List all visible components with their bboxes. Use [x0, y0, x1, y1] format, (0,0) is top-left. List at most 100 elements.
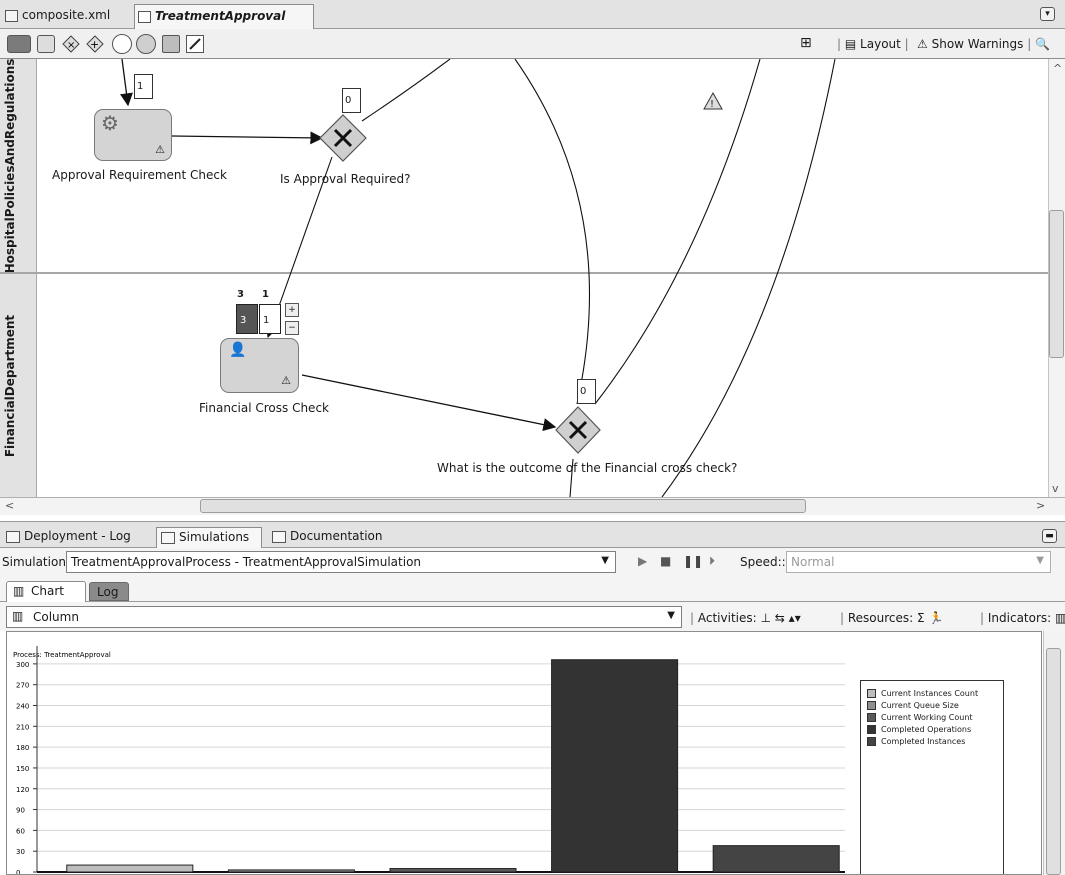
expand-icon[interactable]: +	[285, 303, 299, 317]
chart-legend: Current Instances Count Current Queue Siz…	[860, 680, 1004, 874]
search-icon[interactable]: 🔍	[1035, 37, 1050, 51]
task-financial-cross-check[interactable]: 👤 ⚠	[220, 338, 299, 393]
tab-deployment-log[interactable]: Deployment - Log	[2, 527, 135, 549]
y-tick-label: 90	[16, 807, 25, 815]
scroll-right-icon[interactable]: >	[1036, 499, 1045, 512]
user-task-person-icon: 👤	[229, 342, 247, 358]
y-tick-label: 150	[16, 765, 29, 773]
tab-log[interactable]: Log	[89, 582, 129, 601]
queue-count-label: 3	[237, 289, 244, 300]
gateway-label: What is the outcome of the Financial cro…	[437, 461, 738, 475]
chart-bar	[712, 845, 840, 873]
step-icon[interactable]: ⏵	[709, 554, 715, 569]
tab-label: Deployment - Log	[24, 529, 131, 543]
gateway-icon[interactable]: ×	[62, 35, 80, 53]
activity-flow-icon[interactable]: ⇆	[775, 611, 785, 625]
tab-label: composite.xml	[22, 8, 111, 22]
panel-minimize-icon[interactable]: ▬	[1042, 529, 1057, 543]
legend-label: Current Instances Count	[881, 688, 979, 698]
chart-bar	[389, 868, 517, 873]
tab-documentation[interactable]: Documentation	[268, 527, 387, 549]
layout-icon: ▤	[844, 37, 857, 51]
legend-item: Current Working Count	[867, 711, 1003, 723]
chevron-down-icon: ▼	[1036, 555, 1044, 566]
y-tick-label: 210	[16, 723, 29, 731]
queue-size-box: 3	[236, 304, 258, 334]
composite-file-icon	[5, 10, 18, 22]
resource-runner-icon[interactable]: 🏃	[928, 611, 943, 625]
end-event-icon[interactable]	[136, 34, 156, 54]
canvas-horizontal-scroll-thumb[interactable]	[200, 499, 806, 513]
sort-down-icon[interactable]: ▾	[795, 611, 801, 625]
simulation-label: Simulation:	[2, 555, 70, 569]
tab-composite-xml[interactable]: composite.xml	[2, 4, 128, 29]
working-count-box: 1	[259, 304, 281, 334]
resources-label: Resources:	[847, 611, 914, 625]
task-warning-icon: ⚠	[155, 143, 165, 156]
chart-toolbar: ▥ Column ▼ | Activities: ⊥ ⇆ ▴▾ | Resour…	[0, 602, 1065, 631]
layout-label: Layout	[860, 37, 901, 51]
layout-button[interactable]: | ▤ Layout |	[837, 37, 909, 51]
scroll-left-icon[interactable]: <	[5, 499, 14, 512]
chart-bar	[227, 869, 355, 873]
auto-layout-icon[interactable]: ⊞	[800, 35, 812, 51]
legend-label: Completed Instances	[881, 736, 966, 746]
process-canvas[interactable]: HospitalPoliciesAndRegulations Financial…	[0, 59, 1048, 497]
legend-item: Completed Operations	[867, 723, 1003, 735]
legend-swatch	[867, 712, 876, 722]
chart-type-select[interactable]: ▥ Column ▼	[6, 606, 682, 628]
y-tick-label: 270	[16, 682, 29, 690]
flow-far-right-curve	[661, 59, 836, 497]
simulation-chart: Process: TreatmentApproval 0 30 60 90 120 150 1…	[6, 631, 1042, 875]
legend-swatch	[867, 700, 876, 710]
tab-chart[interactable]: ▥ Chart	[6, 581, 86, 602]
tab-label: Chart	[31, 584, 64, 598]
chart-vertical-scroll-thumb[interactable]	[1046, 648, 1061, 875]
legend-swatch	[867, 736, 876, 746]
show-warnings-button[interactable]: ⚠ Show Warnings | 🔍	[917, 37, 1050, 51]
tab-label: Log	[97, 585, 119, 599]
chart-icon: ▥	[13, 584, 25, 598]
tab-simulations[interactable]: Simulations	[156, 527, 262, 549]
lock-icon[interactable]	[37, 35, 55, 53]
tab-list-dropdown-icon[interactable]: ▾	[1040, 7, 1055, 21]
legend-item: Current Instances Count	[867, 687, 1003, 699]
y-tick-label: 180	[16, 744, 29, 752]
tab-label: Simulations	[179, 530, 250, 544]
gateway-counter: 0	[342, 88, 361, 113]
parallel-icon[interactable]: +	[86, 35, 104, 53]
activity-filter-icon[interactable]: ⊥	[761, 611, 771, 625]
tab-treatment-approval[interactable]: TreatmentApproval	[134, 4, 314, 29]
scroll-up-icon[interactable]: ^	[1053, 62, 1062, 75]
task-approval-requirement-check[interactable]: ⚙ ⚠	[94, 109, 172, 161]
subprocess-icon[interactable]	[162, 35, 180, 53]
simulation-select[interactable]: TreatmentApprovalProcess - TreatmentAppr…	[66, 551, 616, 573]
chevron-down-icon: ▼	[601, 555, 609, 566]
canvas-vertical-scroll-thumb[interactable]	[1049, 210, 1064, 358]
indicators-chart-icon[interactable]: ▥	[1055, 611, 1065, 625]
tab-label: Documentation	[290, 529, 383, 543]
instance-counter: 1	[134, 74, 153, 99]
warning-icon: ⚠	[917, 37, 928, 51]
collapse-icon[interactable]: −	[285, 321, 299, 335]
log-icon	[6, 531, 20, 543]
sum-icon[interactable]: Σ	[917, 611, 925, 625]
resources-controls: | Resources: Σ 🏃	[840, 611, 944, 625]
bottom-panel-tabs: Deployment - Log Simulations Documentati…	[0, 521, 1065, 549]
gateway-financial-outcome	[555, 406, 601, 454]
scroll-down-icon[interactable]: v	[1052, 482, 1059, 495]
flow-approval-to-gateway	[171, 131, 324, 145]
pause-icon[interactable]: ❚❚	[683, 554, 703, 568]
swimlane-icon[interactable]	[7, 35, 31, 53]
link-icon[interactable]	[186, 35, 204, 53]
start-event-icon[interactable]	[112, 34, 132, 54]
speed-select[interactable]: Normal ▼	[786, 551, 1051, 573]
play-icon[interactable]: ▶	[638, 554, 647, 568]
y-tick-label: 300	[16, 661, 29, 669]
flow-into-approval-check	[120, 59, 133, 107]
simulation-icon	[161, 532, 175, 544]
task-warning-icon: ⚠	[281, 374, 291, 387]
simulation-view-tabs: ▥ Chart Log	[0, 578, 1065, 602]
svg-text:!: !	[710, 99, 714, 110]
stop-icon[interactable]: ■	[660, 554, 671, 568]
